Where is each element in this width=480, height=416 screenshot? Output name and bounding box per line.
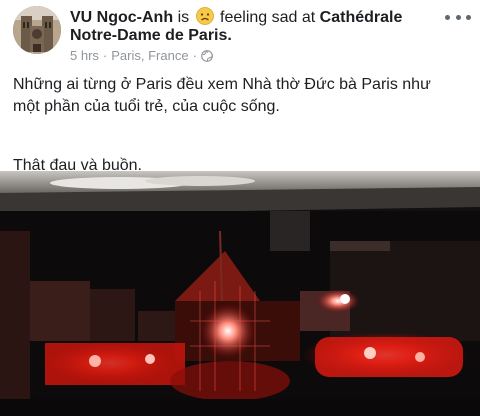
post-time[interactable]: 5 hrs [70, 48, 99, 63]
post-text: Những ai từng ở Paris đều xem Nhà thờ Đứ… [13, 74, 468, 118]
sad-face-icon [195, 7, 214, 25]
post-photo[interactable] [0, 171, 480, 416]
post-header-line-2: Notre-Dame de Paris. [70, 26, 442, 45]
feeling-text: feeling sad at [220, 9, 316, 26]
cathedral-avatar-image [13, 6, 61, 54]
more-dots-icon [445, 14, 450, 20]
post-text-line-1: Những ai từng ở Paris đều xem Nhà thờ Đứ… [13, 76, 431, 93]
post: VU Ngoc-Anh is feeling sad at Cathédrale… [0, 0, 480, 416]
post-text-line-2: một phần của tuổi trẻ, của cuộc sống. [13, 98, 280, 115]
is-text: is [177, 9, 190, 26]
post-location[interactable]: Paris, France [111, 48, 188, 63]
meta-separator: · [102, 48, 108, 63]
post-header-line-1: VU Ngoc-Anh is feeling sad at Cathédrale [70, 7, 442, 27]
globe-icon [201, 49, 213, 62]
cathedral-fire-image [0, 171, 480, 416]
more-options-button[interactable] [445, 10, 471, 24]
post-meta: 5 hrs · Paris, France · [70, 48, 213, 63]
meta-separator-2: · [192, 48, 197, 63]
author-name[interactable]: VU Ngoc-Anh [70, 9, 173, 26]
place-name-part-2[interactable]: Notre-Dame de Paris. [70, 27, 232, 44]
avatar[interactable] [13, 6, 61, 54]
place-name-part-1[interactable]: Cathédrale [320, 9, 403, 26]
